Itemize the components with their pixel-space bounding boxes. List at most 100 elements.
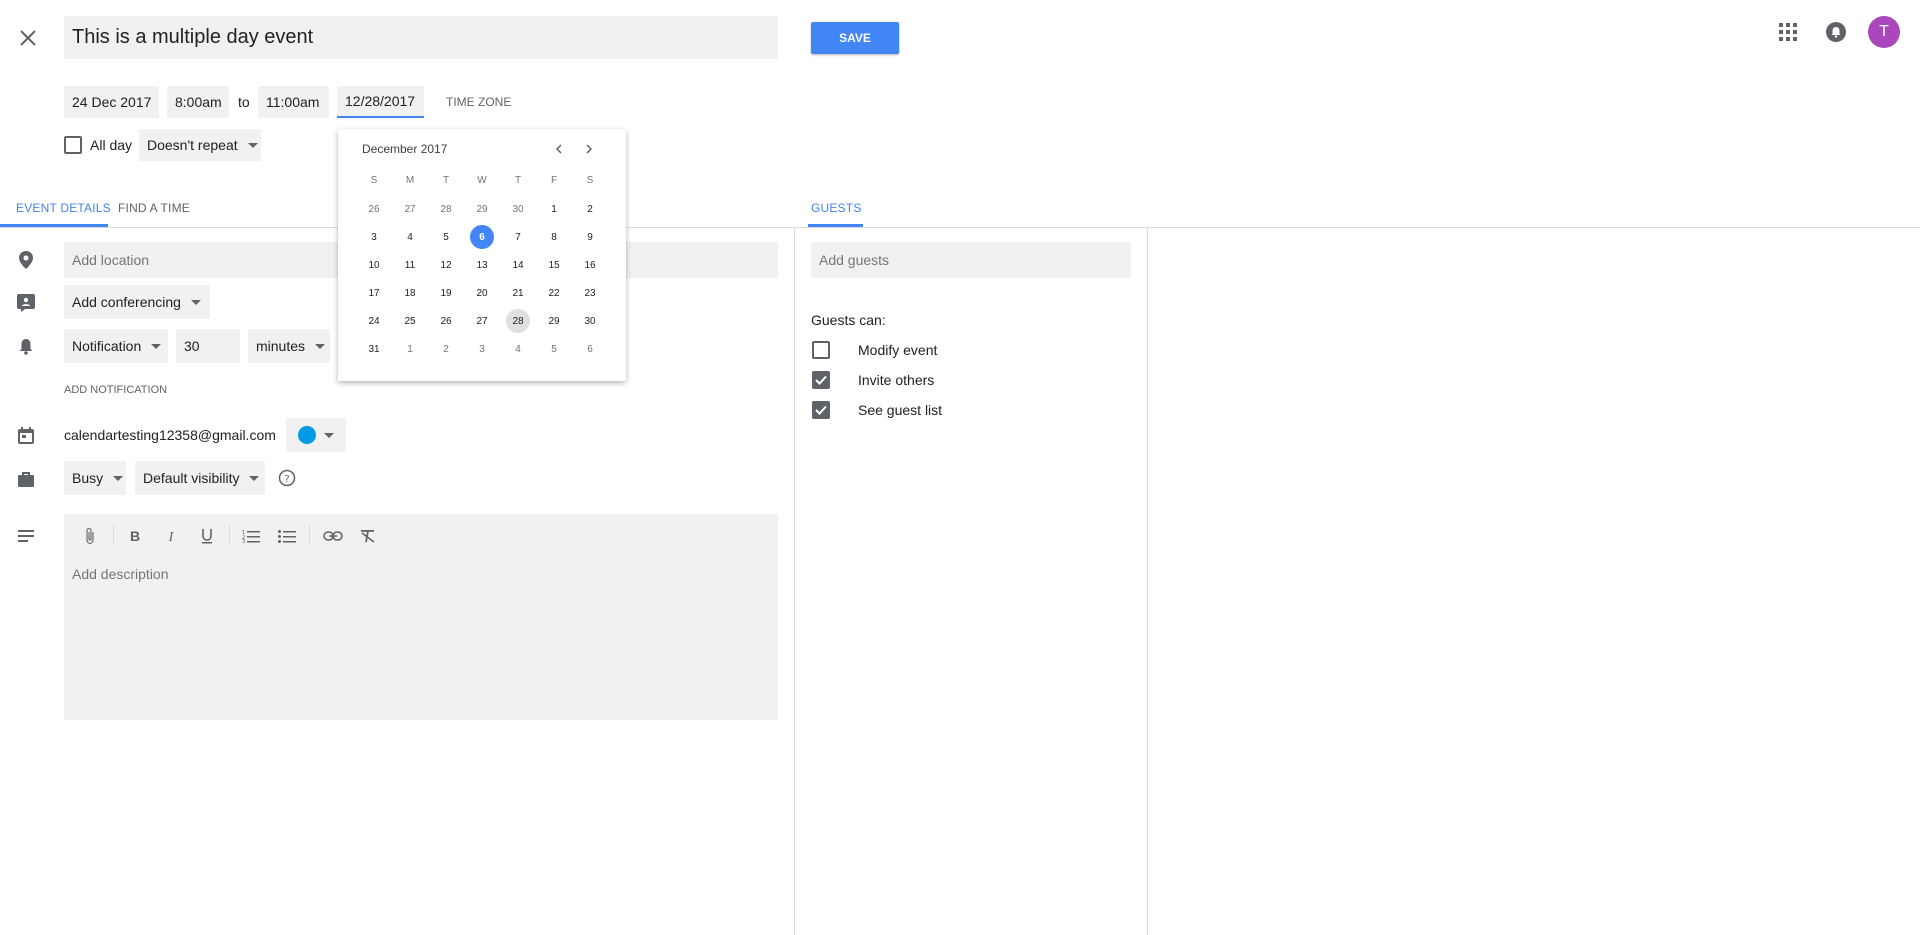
end-date-field[interactable]: 12/28/2017 xyxy=(337,86,424,118)
bulleted-list-icon xyxy=(278,530,296,543)
notification-amount-input[interactable]: 30 xyxy=(176,329,240,363)
notification-unit-value: minutes xyxy=(256,338,306,354)
calendar-day-cell[interactable]: 2 xyxy=(572,195,608,223)
calendar-day-cell[interactable]: 2 xyxy=(428,335,464,363)
calendar-day-cell[interactable]: 1 xyxy=(392,335,428,363)
add-notification-button[interactable]: ADD NOTIFICATION xyxy=(64,384,167,396)
calendar-day-cell[interactable]: 14 xyxy=(500,251,536,279)
notifications-button[interactable] xyxy=(1824,20,1848,44)
calendar-day-cell[interactable]: 30 xyxy=(500,195,536,223)
calendar-day-cell[interactable]: 28 xyxy=(428,195,464,223)
calendar-day-cell[interactable]: 16 xyxy=(572,251,608,279)
weekday-label: S xyxy=(586,175,594,186)
calendar-day-cell[interactable]: 1 xyxy=(536,195,572,223)
calendar-day-cell[interactable]: 6 xyxy=(464,223,500,251)
notification-unit-select[interactable]: minutes xyxy=(248,329,330,363)
bell-icon xyxy=(1826,22,1846,42)
modify-event-checkbox[interactable] xyxy=(812,341,830,359)
calendar-day-number: 21 xyxy=(512,287,524,299)
calendar-day-cell[interactable]: 7 xyxy=(500,223,536,251)
close-button[interactable] xyxy=(16,26,40,50)
time-zone-button[interactable]: TIME ZONE xyxy=(446,95,511,109)
calendar-day-cell[interactable]: 5 xyxy=(428,223,464,251)
numbered-list-button[interactable]: 123 xyxy=(241,526,261,546)
calendar-day-cell[interactable]: 4 xyxy=(500,335,536,363)
add-guests-input[interactable]: Add guests xyxy=(811,242,1131,278)
calendar-day-cell[interactable]: 8 xyxy=(536,223,572,251)
notification-type-select[interactable]: Notification xyxy=(64,329,168,363)
calendar-day-cell[interactable]: 26 xyxy=(428,307,464,335)
calendar-day-cell[interactable]: 22 xyxy=(536,279,572,307)
tab-event-details[interactable]: EVENT DETAILS xyxy=(16,201,111,215)
calendar-day-cell[interactable]: 5 xyxy=(536,335,572,363)
calendar-day-cell[interactable]: 18 xyxy=(392,279,428,307)
tab-find-a-time[interactable]: FIND A TIME xyxy=(118,201,190,215)
account-avatar[interactable]: T xyxy=(1868,16,1900,48)
conferencing-select[interactable]: Add conferencing xyxy=(64,285,210,319)
bulleted-list-button[interactable] xyxy=(277,526,297,546)
start-date-text: 24 Dec 2017 xyxy=(72,94,152,110)
calendar-day-cell[interactable]: 17 xyxy=(356,279,392,307)
calendar-day-cell[interactable]: 30 xyxy=(572,307,608,335)
tab-guests[interactable]: GUESTS xyxy=(811,201,862,215)
calendar-day-cell[interactable]: 19 xyxy=(428,279,464,307)
calendar-day-cell[interactable]: 11 xyxy=(392,251,428,279)
calendar-day-cell[interactable]: 23 xyxy=(572,279,608,307)
to-label: to xyxy=(238,94,250,110)
bold-icon: B xyxy=(130,529,140,543)
calendar-day-cell[interactable]: 21 xyxy=(500,279,536,307)
calendar-day-cell[interactable]: 3 xyxy=(464,335,500,363)
chevron-down-icon xyxy=(247,142,258,148)
notification-type-value: Notification xyxy=(72,338,142,354)
attach-button[interactable] xyxy=(80,526,100,546)
calendar-day-cell[interactable]: 27 xyxy=(392,195,428,223)
calendar-week-row: 24 25 26 27 28 29 30 xyxy=(356,307,608,335)
calendar-grid: 26 27 28 29 30 1 2 3 4 5 6 7 8 9 10 11 12 13 14 15 16 17 18 19 2… xyxy=(356,195,608,363)
calendar-day-number: 8 xyxy=(551,231,557,243)
event-title-text: This is a multiple day event xyxy=(72,26,314,48)
calendar-day-cell[interactable]: 13 xyxy=(464,251,500,279)
bold-button[interactable]: B xyxy=(125,526,145,546)
save-button[interactable]: SAVE xyxy=(811,22,899,54)
end-time-field[interactable]: 11:00am xyxy=(258,86,329,118)
calendar-day-cell[interactable]: 9 xyxy=(572,223,608,251)
calendar-day-cell[interactable]: 26 xyxy=(356,195,392,223)
calendar-day-cell[interactable]: 28 xyxy=(500,307,536,335)
next-month-button[interactable] xyxy=(579,139,599,159)
event-title-input[interactable]: This is a multiple day event xyxy=(64,16,778,59)
calendar-day-cell[interactable]: 29 xyxy=(536,307,572,335)
link-button[interactable] xyxy=(322,526,344,546)
see-guest-list-checkbox[interactable] xyxy=(812,401,830,419)
calendar-day-cell[interactable]: 15 xyxy=(536,251,572,279)
underline-button[interactable] xyxy=(197,526,217,546)
calendar-day-number: 5 xyxy=(551,343,557,355)
calendar-day-cell[interactable]: 25 xyxy=(392,307,428,335)
calendar-day-cell[interactable]: 3 xyxy=(356,223,392,251)
all-day-checkbox[interactable] xyxy=(64,136,82,154)
calendar-day-cell[interactable]: 10 xyxy=(356,251,392,279)
calendar-day-number: 26 xyxy=(440,315,452,327)
italic-button[interactable]: I xyxy=(161,526,181,546)
calendar-day-cell[interactable]: 12 xyxy=(428,251,464,279)
underline-icon xyxy=(202,529,212,544)
calendar-day-number: 28 xyxy=(506,309,530,333)
calendar-day-cell[interactable]: 6 xyxy=(572,335,608,363)
visibility-help-button[interactable]: ? xyxy=(278,469,296,487)
clear-formatting-button[interactable] xyxy=(358,526,378,546)
calendar-day-cell[interactable]: 31 xyxy=(356,335,392,363)
weekday-label: S xyxy=(370,175,378,186)
repeat-select[interactable]: Doesn't repeat xyxy=(139,129,261,161)
calendar-day-cell[interactable]: 24 xyxy=(356,307,392,335)
prev-month-button[interactable] xyxy=(549,139,569,159)
calendar-day-cell[interactable]: 27 xyxy=(464,307,500,335)
invite-others-checkbox[interactable] xyxy=(812,371,830,389)
busy-select[interactable]: Busy xyxy=(64,461,126,495)
start-date-field[interactable]: 24 Dec 2017 xyxy=(64,86,159,118)
calendar-day-cell[interactable]: 4 xyxy=(392,223,428,251)
calendar-day-cell[interactable]: 20 xyxy=(464,279,500,307)
apps-button[interactable] xyxy=(1776,20,1800,44)
visibility-select[interactable]: Default visibility xyxy=(135,461,265,495)
start-time-field[interactable]: 8:00am xyxy=(167,86,229,118)
calendar-color-select[interactable] xyxy=(286,418,346,452)
calendar-day-cell[interactable]: 29 xyxy=(464,195,500,223)
